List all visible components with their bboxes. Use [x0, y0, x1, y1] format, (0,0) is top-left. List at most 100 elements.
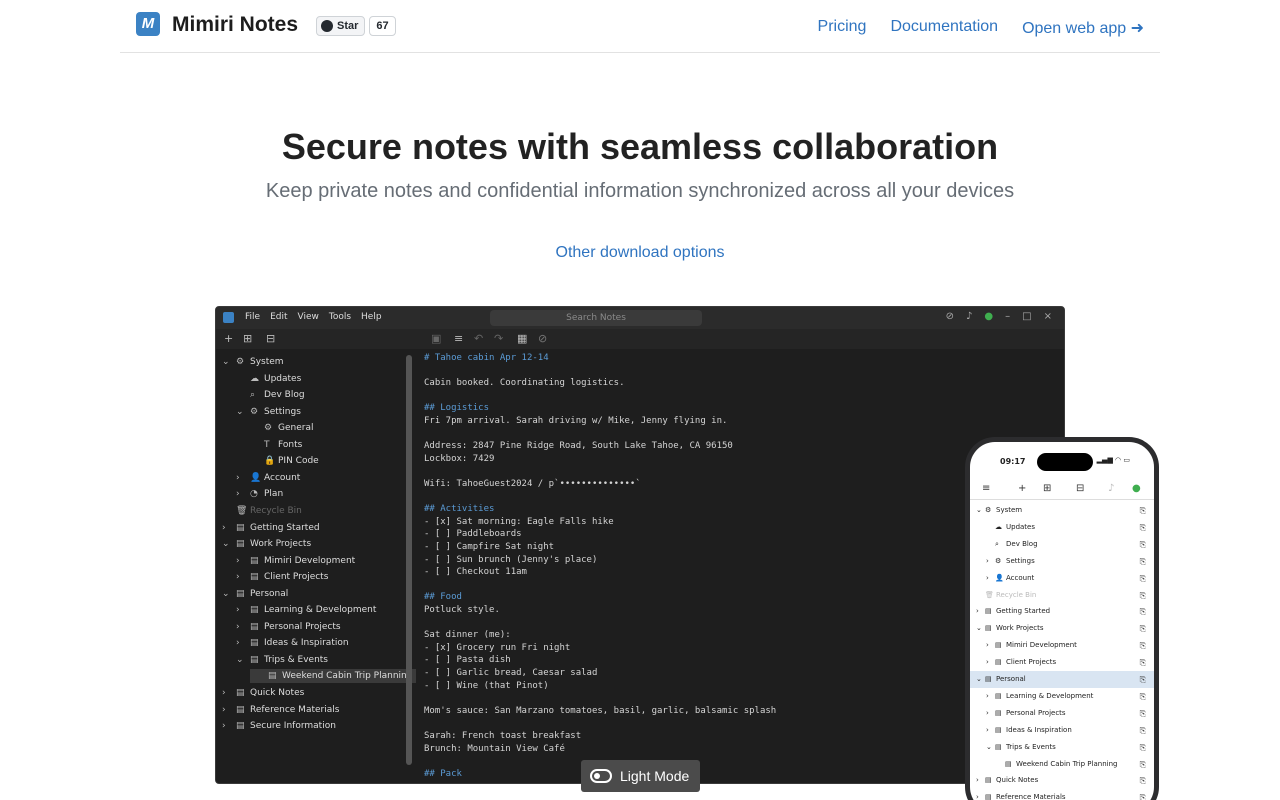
brand-name[interactable]: Mimiri Notes [172, 13, 298, 37]
note-icon: ▤ [236, 704, 245, 715]
note-icon: ▤ [250, 621, 259, 632]
chevron-icon: › [986, 641, 989, 650]
open-book-icon: ⎘ [1139, 725, 1146, 735]
phone-tree-item-label: Account [1006, 573, 1035, 582]
editor-line: Wifi: TahoeGuest2024 / p`••••••••••••••` [424, 479, 641, 489]
add-icon: + [224, 332, 234, 345]
github-star-count[interactable]: 67 [369, 16, 396, 36]
note-icon: ▤ [995, 641, 1002, 650]
phone-tree-item-weekend-cabin-trip-planning: ▤ Weekend Cabin Trip Planning ⎘ [970, 756, 1154, 773]
phone-tree-item-label: Weekend Cabin Trip Planning [1016, 759, 1118, 768]
phone-tree-item-account: › 👤 Account ⎘ [970, 570, 1154, 587]
open-book-icon: ⎘ [1139, 742, 1146, 752]
phone-tree-item-label: Work Projects [996, 624, 1044, 633]
note-icon: ☁ [995, 522, 1002, 531]
chevron-icon: › [236, 489, 240, 500]
hero-subtitle: Keep private notes and confidential info… [265, 180, 1015, 202]
tree-item-updates: ☁ Updates [236, 372, 301, 386]
tree-item-pin-code: 🔒 PIN Code [250, 454, 319, 468]
light-mode-toggle[interactable]: Light Mode [581, 760, 700, 792]
note-icon: ▤ [985, 776, 992, 785]
note-icon: ⚙ [995, 556, 1002, 565]
chevron-icon: › [222, 721, 226, 732]
tree-item-system: ⌄ ⚙ System [222, 355, 284, 369]
save-icon: ▣ [431, 332, 442, 345]
editor-line: Address: 2847 Pine Ridge Road, South Lak… [424, 441, 733, 452]
hero-title: Secure notes with seamless collaboration [281, 126, 999, 167]
chevron-icon: › [986, 556, 989, 565]
editor-line: Sarah: French toast breakfast [424, 731, 582, 741]
tree-item-label: Mimiri Development [264, 555, 356, 566]
phone-time: 09:17 [1000, 457, 1026, 466]
tree-item-label: General [278, 423, 314, 434]
note-icon: ▤ [236, 539, 245, 550]
tree-item-mimiri-development: › ▤ Mimiri Development [236, 554, 355, 568]
chevron-icon: ⌄ [222, 357, 230, 367]
editor-heading: ## Food [424, 592, 462, 603]
github-star-button[interactable]: Star [316, 16, 366, 36]
note-icon: ⚙ [264, 423, 273, 434]
chevron-icon: › [236, 638, 240, 649]
app-window-icons: ⊘ ♪ ● – □ × [946, 311, 1052, 322]
tree-item-plan: › ◔ Plan [236, 487, 283, 501]
undo-icon: ↶ [474, 332, 484, 345]
editor-line: - [x] Sat morning: Eagle Falls hike [424, 516, 614, 527]
chevron-icon: › [236, 621, 240, 632]
menu-edit: Edit [270, 312, 288, 322]
tree-item-label: Updates [264, 373, 302, 384]
nav-pricing[interactable]: Pricing [818, 18, 867, 38]
other-download-options-link[interactable]: Other download options [0, 244, 1280, 262]
nav-open-web-app[interactable]: Open web app ➜ [1022, 18, 1144, 38]
editor-line: Mom's sauce: San Marzano tomatoes, basil… [424, 705, 777, 716]
chevron-icon: › [986, 573, 989, 582]
phone-tree-item-label: Trips & Events [1006, 742, 1056, 751]
note-icon: ▤ [985, 607, 992, 616]
phone-add-icon: + [1018, 483, 1027, 494]
search-notes-icon: ⊟ [266, 332, 276, 345]
phone-tree-item-getting-started: › ▤ Getting Started ⎘ [970, 603, 1154, 620]
chevron-icon: ⌄ [976, 624, 982, 633]
app-toolbar: + ⊞ ⊟ ▣ ≡ ↶ ↷ ▦ ⊘ [216, 329, 1064, 349]
note-icon: ▤ [985, 675, 992, 683]
tree-item-label: Settings [264, 406, 301, 417]
phone-tree-item-label: Ideas & Inspiration [1006, 725, 1072, 734]
phone-tree-item-reference-materials: › ▤ Reference Materials ⎘ [970, 789, 1154, 800]
note-icon: ▤ [250, 572, 259, 583]
tree-item-weekend-cabin-trip-planning: ▤ Weekend Cabin Trip Planning [250, 669, 417, 684]
chevron-icon: › [236, 472, 240, 483]
editor-line: - [ ] Garlic bread, Caesar salad [424, 668, 598, 678]
note-icon: 🗑 [985, 590, 994, 599]
phone-search-icon: ⊟ [1076, 483, 1085, 494]
note-icon: 👤 [995, 573, 1004, 582]
phone-mockup: 09:17 ▂▄▆ ◠ ▭ ≡ + ⊞ ⊟ ♪ ● ⌄ ⚙ System ⎘ ☁ Upda… [965, 437, 1159, 800]
phone-account-icon: ● [1132, 483, 1141, 494]
menu-file: File [245, 312, 261, 322]
chevron-icon: ⌄ [976, 675, 982, 683]
open-book-icon: ⎘ [1139, 641, 1146, 651]
phone-tree-item-personal-projects: › ▤ Personal Projects ⎘ [970, 705, 1154, 722]
phone-tree-item-label: Learning & Development [1006, 691, 1094, 700]
editor-line: Potluck style. [424, 605, 500, 615]
tree-item-label: Secure Information [250, 721, 336, 732]
note-icon: ◔ [250, 489, 258, 500]
tree-item-fonts: T Fonts [250, 438, 302, 452]
phone-status-icons: ▂▄▆ ◠ ▭ [1096, 456, 1130, 464]
open-book-icon: ⎘ [1139, 573, 1146, 583]
redo-icon: ↷ [494, 332, 504, 345]
chevron-icon: ⌄ [236, 406, 244, 417]
note-icon: ⌕ [250, 390, 256, 401]
mimiri-logo-icon[interactable]: M [136, 12, 160, 36]
tree-item-label: Plan [264, 489, 284, 500]
note-icon: ▤ [995, 708, 1002, 717]
hide-icon: ⊘ [538, 332, 548, 345]
editor-line: Fri 7pm arrival. Sarah driving w/ Mike, … [424, 416, 728, 426]
phone-tree-item-recycle-bin: 🗑 Recycle Bin ⎘ [970, 587, 1154, 604]
app-titlebar: File Edit View Tools Help Search Notes ⊘… [216, 307, 1064, 329]
github-star-widget[interactable]: Star 67 [316, 16, 396, 36]
menu-help: Help [361, 312, 382, 322]
phone-tree-item-label: Personal [996, 675, 1026, 683]
editor-line: - [ ] Pasta dish [424, 655, 511, 666]
note-icon: ⚙ [236, 357, 245, 367]
nav-documentation[interactable]: Documentation [890, 18, 998, 38]
tree-item-getting-started: › ▤ Getting Started [222, 521, 320, 535]
